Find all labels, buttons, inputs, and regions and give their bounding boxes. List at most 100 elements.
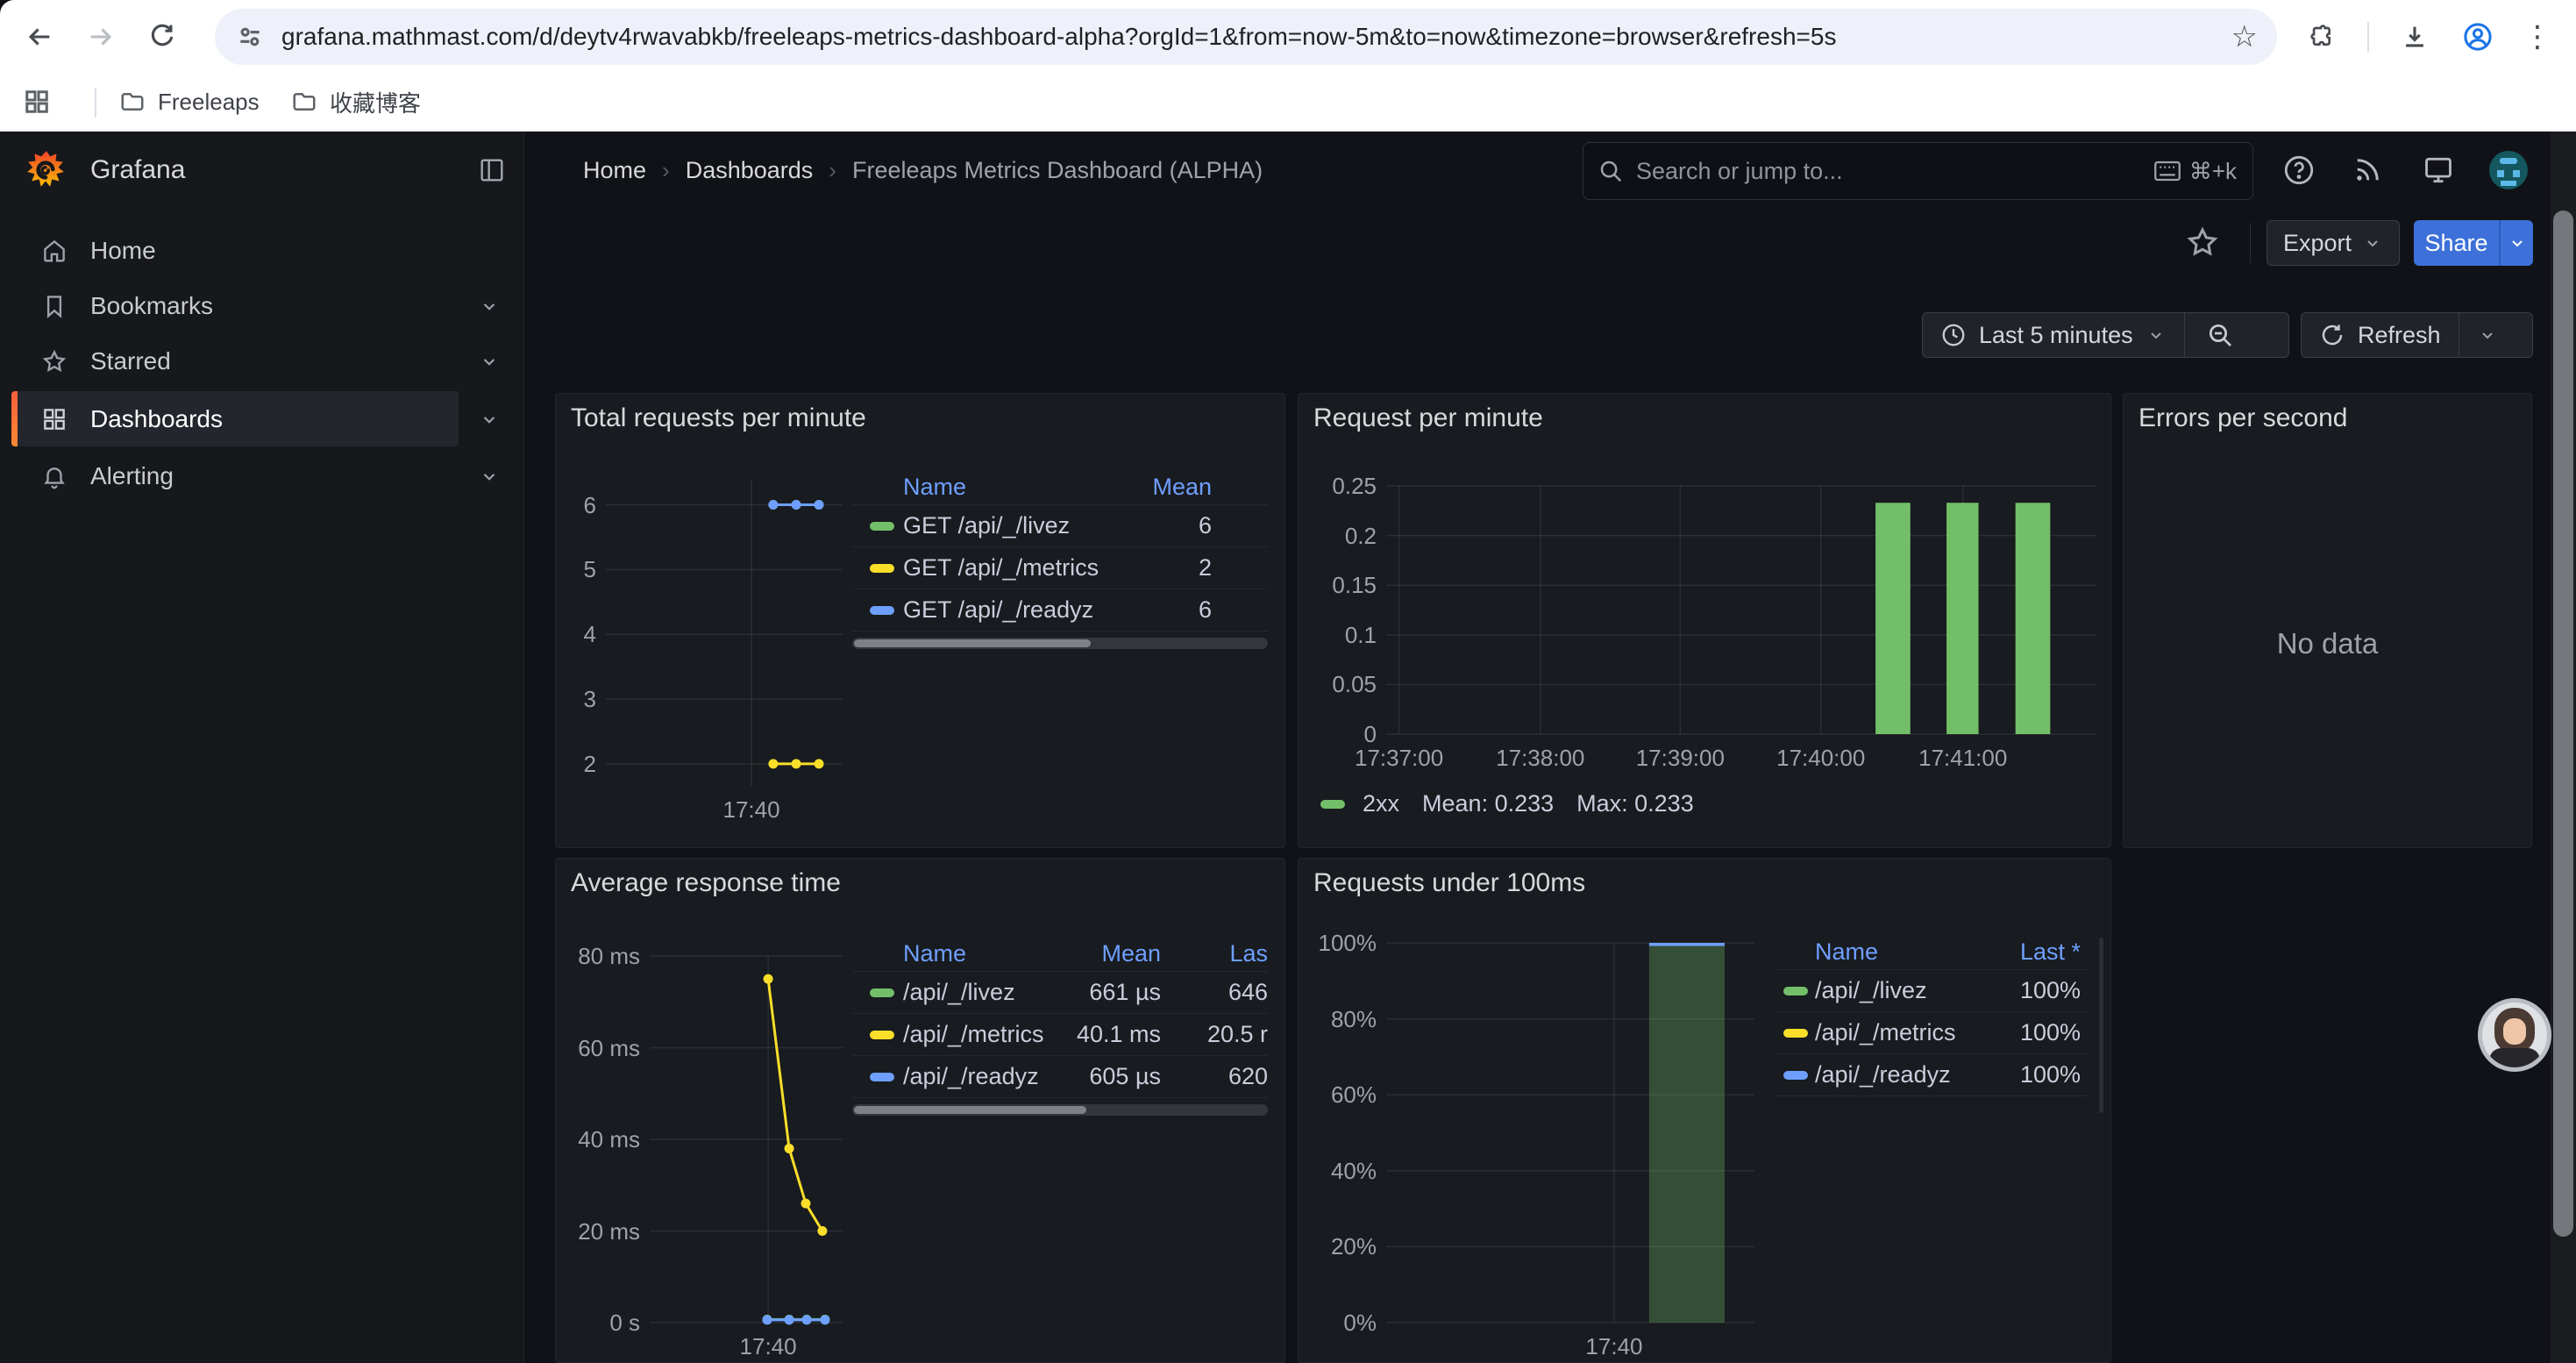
- bookmark-folder-freeleaps[interactable]: Freeleaps: [107, 81, 272, 123]
- scrollbar-thumb[interactable]: [2553, 211, 2573, 1237]
- legend-row[interactable]: /api/_/metrics100%: [1775, 1012, 2088, 1054]
- url-bar[interactable]: grafana.mathmast.com/d/deytv4rwavabkb/fr…: [215, 9, 2277, 65]
- legend-cell-mean: 40.1 ms: [1047, 1021, 1161, 1048]
- timeseries-chart[interactable]: 2345617:40: [606, 479, 843, 786]
- series-color-chip: [870, 988, 894, 997]
- y-tick-label: 20%: [1280, 1232, 1377, 1260]
- chevron-down-icon[interactable]: [478, 350, 501, 373]
- timeseries-chart[interactable]: 0 s20 ms40 ms60 ms80 ms17:40: [650, 956, 843, 1323]
- brand-name: Grafana: [90, 132, 185, 209]
- sidebar-item-alerting[interactable]: Alerting: [11, 448, 459, 503]
- x-tick-label: 17:40:00: [1742, 745, 1900, 772]
- panel-title[interactable]: Requests under 100ms: [1313, 868, 1585, 898]
- panel-legend[interactable]: 2xx Mean: 0.233 Max: 0.233: [1320, 790, 1694, 817]
- bar-chart[interactable]: 0%20%40%60%80%100%17:40: [1386, 943, 1754, 1323]
- scrollbar-thumb[interactable]: [854, 639, 1091, 647]
- assistant-avatar-widget[interactable]: [2478, 998, 2551, 1072]
- keyboard-icon: [2154, 161, 2181, 182]
- legend-column-header[interactable]: Mean: [1115, 474, 1212, 501]
- bar-chart[interactable]: 00.050.10.150.20.2517:37:0017:38:0017:39…: [1386, 486, 2096, 734]
- download-icon[interactable]: [2390, 12, 2439, 61]
- forward-button[interactable]: [76, 12, 125, 61]
- collapse-sidebar-icon[interactable]: [478, 156, 506, 184]
- y-tick-label: 0.25: [1280, 472, 1377, 500]
- back-button[interactable]: [15, 12, 64, 61]
- legend-h-scrollbar[interactable]: [852, 638, 1268, 649]
- reload-button[interactable]: [138, 12, 187, 61]
- legend-cell-mean: 6: [1115, 596, 1212, 624]
- apps-grid-icon[interactable]: [12, 77, 61, 126]
- legend-cell-name: /api/_/metrics: [1815, 1019, 1984, 1046]
- search-input[interactable]: Search or jump to... ⌘+k: [1583, 142, 2253, 200]
- legend-header: NameMean: [852, 469, 1268, 505]
- panel-average-response-time: Average response time 0 s20 ms40 ms60 ms…: [555, 858, 1285, 1363]
- sidebar-item-bookmarks[interactable]: Bookmarks: [11, 278, 459, 333]
- browser-menu-icon[interactable]: ⋮: [2513, 12, 2562, 61]
- profile-icon[interactable]: [2453, 12, 2502, 61]
- breadcrumb-dashboards[interactable]: Dashboards: [686, 157, 814, 184]
- share-menu-button[interactable]: [2499, 220, 2533, 266]
- export-button[interactable]: Export: [2266, 220, 2400, 266]
- extensions-icon[interactable]: [2297, 12, 2346, 61]
- legend-scrollbar[interactable]: [2099, 938, 2103, 1113]
- legend-column-header[interactable]: Last *: [1984, 938, 2081, 966]
- legend-row[interactable]: /api/_/metrics40.1 ms20.5 r: [852, 1014, 1268, 1056]
- legend-cell-last: 100%: [1984, 977, 2081, 1004]
- panel-title[interactable]: Total requests per minute: [571, 403, 866, 433]
- x-tick-label: 17:37:00: [1320, 745, 1478, 772]
- url-text[interactable]: grafana.mathmast.com/d/deytv4rwavabkb/fr…: [281, 23, 2212, 51]
- chevron-down-icon[interactable]: [478, 295, 501, 318]
- legend-cell-mean: 2: [1115, 554, 1212, 582]
- legend-row[interactable]: GET /api/_/livez6: [852, 505, 1268, 547]
- user-avatar[interactable]: [2489, 151, 2528, 189]
- legend-column-header[interactable]: Name: [903, 474, 1115, 501]
- grafana-logo[interactable]: [25, 149, 68, 193]
- legend-row[interactable]: /api/_/readyz605 µs620: [852, 1056, 1268, 1098]
- panel-title[interactable]: Errors per second: [2138, 403, 2347, 433]
- y-tick-label: 20 ms: [544, 1217, 640, 1245]
- panel-total-requests: Total requests per minute 2345617:40 Nam…: [555, 393, 1285, 848]
- share-label[interactable]: Share: [2414, 230, 2499, 257]
- legend-row[interactable]: /api/_/livez100%: [1775, 970, 2088, 1012]
- sidebar-item-home[interactable]: Home: [11, 223, 459, 278]
- legend-row[interactable]: GET /api/_/metrics2: [852, 547, 1268, 589]
- monitor-icon[interactable]: [2419, 151, 2458, 189]
- legend-column-header[interactable]: Las: [1161, 940, 1268, 967]
- legend-column-header[interactable]: Name: [903, 940, 1047, 967]
- legend-column-header[interactable]: Name: [1815, 938, 1984, 966]
- chevron-down-icon[interactable]: [478, 408, 501, 431]
- help-icon[interactable]: [2280, 151, 2318, 189]
- refresh-interval-button[interactable]: [2459, 313, 2516, 357]
- legend-h-scrollbar[interactable]: [852, 1104, 1268, 1116]
- y-tick-label: 40%: [1280, 1157, 1377, 1185]
- series-label[interactable]: 2xx: [1363, 790, 1399, 817]
- breadcrumb-separator: ›: [662, 157, 670, 184]
- legend-row[interactable]: /api/_/readyz100%: [1775, 1054, 2088, 1096]
- series-color-chip: [870, 1073, 894, 1081]
- breadcrumb-home[interactable]: Home: [583, 157, 646, 184]
- bookmark-folder-blogs[interactable]: 收藏博客: [279, 81, 433, 123]
- favorite-dashboard-icon[interactable]: [2185, 225, 2224, 263]
- site-settings-icon[interactable]: [236, 23, 264, 51]
- panel-title[interactable]: Average response time: [571, 868, 841, 898]
- sidebar-item-dashboards[interactable]: Dashboards: [11, 391, 459, 446]
- news-icon[interactable]: [2348, 151, 2387, 189]
- sidebar-item-starred[interactable]: Starred: [11, 333, 459, 389]
- legend-column-header[interactable]: Mean: [1047, 940, 1161, 967]
- bookmark-star-icon[interactable]: ☆: [2231, 19, 2258, 54]
- home-icon: [41, 238, 68, 264]
- y-tick-label: 80 ms: [544, 942, 640, 970]
- panel-title[interactable]: Request per minute: [1313, 403, 1543, 433]
- refresh-button[interactable]: Refresh: [2302, 313, 2459, 357]
- legend-row[interactable]: /api/_/livez661 µs646: [852, 972, 1268, 1014]
- y-tick-label: 100%: [1280, 929, 1377, 957]
- y-tick-label: 0.1: [1280, 621, 1377, 649]
- time-range-picker[interactable]: Last 5 minutes: [1923, 313, 2184, 357]
- sidebar-item-label: Home: [90, 237, 156, 265]
- zoom-out-button[interactable]: [2185, 313, 2255, 357]
- chevron-down-icon[interactable]: [478, 465, 501, 488]
- legend-row[interactable]: GET /api/_/readyz6: [852, 589, 1268, 632]
- scrollbar-thumb[interactable]: [854, 1106, 1086, 1114]
- share-button[interactable]: Share: [2414, 220, 2533, 266]
- series-color-chip: [1783, 1029, 1808, 1038]
